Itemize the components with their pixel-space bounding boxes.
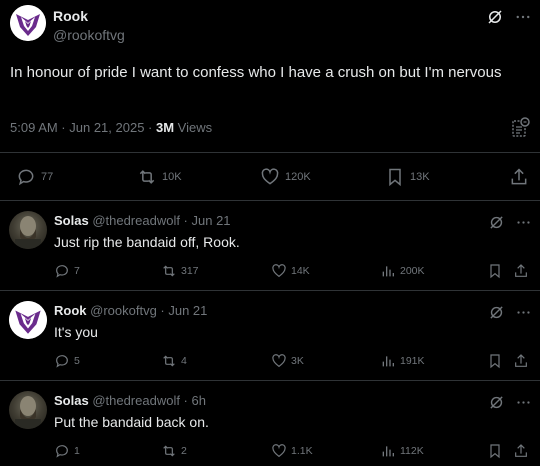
views-count: 112K: [400, 445, 424, 457]
share-button[interactable]: [509, 167, 529, 187]
views-bar-icon: [382, 446, 394, 457]
reply-icon: [56, 355, 68, 368]
grok-icon[interactable]: [486, 8, 504, 26]
divider: [0, 152, 540, 153]
views-count: 191K: [400, 355, 425, 367]
repost-button[interactable]: 2: [161, 443, 187, 459]
analytics-button[interactable]: [512, 117, 530, 137]
reply-icon: [56, 265, 68, 278]
like-count: 3K: [291, 355, 304, 367]
views-button[interactable]: 200K: [380, 263, 425, 279]
like-count: 120K: [285, 171, 311, 183]
more-icon[interactable]: [515, 394, 532, 411]
grok-icon[interactable]: [488, 304, 505, 321]
reply-icon: [18, 169, 34, 186]
repost-count: 10K: [162, 171, 182, 183]
like-count: 1.1K: [291, 445, 313, 457]
rook-logo-icon: [9, 301, 47, 339]
like-button[interactable]: 3K: [271, 353, 304, 369]
bookmark-icon[interactable]: [487, 263, 503, 279]
reply-count: 1: [74, 445, 80, 457]
repost-count: 4: [181, 355, 187, 367]
author-name[interactable]: Solas: [54, 213, 89, 228]
reply-tweet[interactable]: Solas @thedreadwolf · Jun 21 Just rip th…: [0, 200, 540, 290]
reply-button[interactable]: 77: [16, 167, 53, 187]
repost-icon: [163, 355, 175, 367]
bookmark-count: 13K: [410, 171, 430, 183]
avatar[interactable]: [10, 5, 46, 41]
views-label: Views: [174, 120, 213, 135]
heart-icon: [261, 168, 279, 185]
tweet-text: In honour of pride I want to confess who…: [10, 64, 502, 81]
share-icon[interactable]: [513, 263, 529, 279]
bookmark-icon[interactable]: [487, 353, 503, 369]
share-icon[interactable]: [513, 353, 529, 369]
rook-logo-icon: [10, 5, 46, 41]
more-icon[interactable]: [515, 304, 532, 321]
repost-button[interactable]: 317: [161, 263, 199, 279]
author-handle[interactable]: @rookoftvg: [53, 27, 125, 43]
reply-text: Just rip the bandaid off, Rook.: [54, 234, 240, 250]
repost-button[interactable]: 10K: [137, 167, 182, 187]
views-bar-icon: [382, 356, 394, 367]
avatar[interactable]: [9, 301, 47, 339]
share-icon[interactable]: [513, 443, 529, 459]
repost-count: 317: [181, 265, 199, 277]
reply-text: Put the bandaid back on.: [54, 414, 209, 430]
more-icon[interactable]: [514, 8, 532, 26]
analytics-icon: [512, 117, 530, 137]
grok-icon[interactable]: [488, 394, 505, 411]
author-name[interactable]: Rook: [54, 303, 87, 318]
share-icon: [511, 168, 527, 185]
views-button[interactable]: 191K: [380, 353, 425, 369]
author-name[interactable]: Rook: [53, 8, 88, 24]
avatar[interactable]: [9, 211, 47, 249]
views-bar-icon: [382, 266, 394, 277]
like-button[interactable]: 14K: [271, 263, 310, 279]
heart-icon: [272, 264, 286, 278]
more-icon[interactable]: [515, 214, 532, 231]
author-handle[interactable]: @thedreadwolf · 6h: [92, 393, 206, 408]
main-action-bar: 77 10K 120K 13K: [0, 164, 540, 188]
solas-portrait-icon: [15, 216, 41, 249]
repost-count: 2: [181, 445, 187, 457]
grok-icon[interactable]: [488, 214, 505, 231]
like-count: 14K: [291, 265, 310, 277]
heart-icon: [272, 444, 286, 458]
reply-count: 77: [41, 171, 54, 183]
avatar[interactable]: [9, 391, 47, 429]
author-handle[interactable]: @rookoftvg · Jun 21: [90, 303, 207, 318]
tweet-meta: 5:09 AM · Jun 21, 2025 · 3M Views: [10, 120, 212, 135]
repost-button[interactable]: 4: [161, 353, 187, 369]
bookmark-icon[interactable]: [487, 443, 503, 459]
reply-tweet[interactable]: Rook @rookoftvg · Jun 21 It's you 5 4 3K…: [0, 290, 540, 380]
bookmark-button[interactable]: 13K: [385, 167, 430, 187]
solas-portrait-icon: [15, 396, 41, 429]
views-count: 3M: [155, 120, 175, 135]
author-handle[interactable]: @thedreadwolf · Jun 21: [92, 213, 230, 228]
reply-count: 5: [74, 355, 80, 367]
views-button[interactable]: 112K: [380, 443, 424, 459]
reply-button[interactable]: 7: [54, 263, 80, 279]
repost-icon: [139, 170, 155, 184]
reply-text: It's you: [54, 324, 98, 340]
like-button[interactable]: 120K: [260, 167, 311, 187]
reply-count: 7: [74, 265, 80, 277]
timestamp[interactable]: 5:09 AM · Jun 21, 2025 ·: [10, 120, 156, 135]
repost-icon: [163, 265, 175, 277]
repost-icon: [163, 445, 175, 457]
heart-icon: [272, 354, 286, 368]
like-button[interactable]: 1.1K: [271, 443, 313, 459]
author-name[interactable]: Solas: [54, 393, 89, 408]
views-count: 200K: [400, 265, 425, 277]
reply-icon: [56, 445, 68, 458]
bookmark-icon: [389, 168, 401, 187]
reply-tweet[interactable]: Solas @thedreadwolf · 6h Put the bandaid…: [0, 380, 540, 466]
reply-button[interactable]: 5: [54, 353, 80, 369]
reply-button[interactable]: 1: [54, 443, 80, 459]
